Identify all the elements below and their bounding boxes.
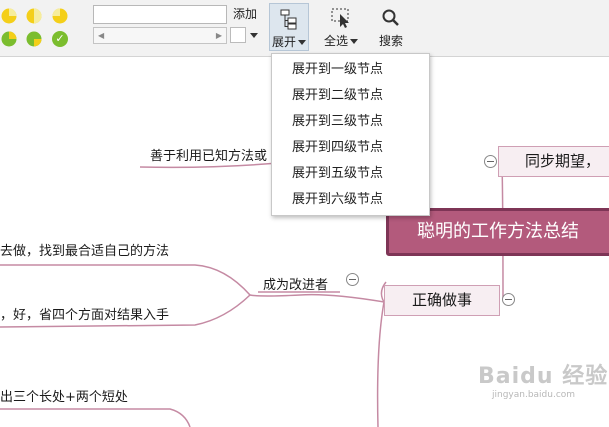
collapse-do-right-icon[interactable]: [502, 293, 515, 306]
scroll-left-icon[interactable]: ◀: [98, 31, 104, 40]
expand-button[interactable]: 展开: [269, 3, 309, 51]
progress-pie-icon-2[interactable]: [26, 8, 42, 24]
select-cursor-icon: [331, 8, 349, 28]
leaf-known-method[interactable]: 善于利用已知方法或: [150, 145, 267, 164]
subtopic-improver[interactable]: 成为改进者: [263, 274, 328, 293]
swatch-dropdown-icon[interactable]: [250, 33, 258, 38]
expand-tree-icon: [280, 9, 297, 30]
menu-item-expand-level-2[interactable]: 展开到二级节点: [272, 83, 429, 109]
leaf-strengths[interactable]: 出三个长处+两个短处: [0, 386, 128, 405]
search-button[interactable]: 搜索: [374, 3, 408, 51]
text-input[interactable]: [93, 5, 227, 24]
complete-check-icon[interactable]: ✓: [52, 31, 68, 47]
progress-pie-icon-4[interactable]: [1, 31, 17, 47]
progress-pie-icon-5[interactable]: [26, 31, 42, 47]
select-all-caret-icon: [350, 39, 358, 44]
collapse-improver-icon[interactable]: [346, 273, 359, 286]
topic-do-right[interactable]: 正确做事: [384, 285, 500, 316]
select-all-button[interactable]: 全选: [318, 3, 364, 51]
baidu-watermark: Baidu 经验 jingyan.baidu.com: [478, 358, 609, 400]
menu-item-expand-level-3[interactable]: 展开到三级节点: [272, 109, 429, 135]
watermark-url: jingyan.baidu.com: [492, 390, 576, 400]
menu-item-expand-level-4[interactable]: 展开到四级节点: [272, 135, 429, 161]
menu-item-expand-level-5[interactable]: 展开到五级节点: [272, 161, 429, 187]
expand-label: 展开: [271, 35, 296, 49]
progress-pie-icon-3[interactable]: [52, 8, 68, 24]
menu-item-expand-level-1[interactable]: 展开到一级节点: [272, 57, 429, 83]
topic-sync-expectations[interactable]: 同步期望，: [498, 146, 609, 177]
menu-item-expand-level-6[interactable]: 展开到六级节点: [272, 187, 429, 213]
toolbar: ✓ 添加 ◀ ▶ 展开 全选 搜索: [0, 0, 609, 57]
select-all-label: 全选: [323, 34, 348, 48]
search-label: 搜索: [378, 34, 403, 48]
leaf-four-aspects[interactable]: ，好，省四个方面对结果入手: [0, 304, 169, 323]
collapse-sync-icon[interactable]: [484, 155, 497, 168]
watermark-brand: Baidu 经验: [478, 364, 609, 389]
search-icon: [382, 9, 399, 26]
leaf-best-method[interactable]: 去做，找到最合适自己的方法: [0, 240, 169, 259]
expand-caret-icon: [298, 40, 306, 45]
progress-pie-icon-1[interactable]: [1, 8, 17, 24]
add-button[interactable]: 添加: [229, 5, 261, 24]
expand-dropdown-menu: 展开到一级节点 展开到二级节点 展开到三级节点 展开到四级节点 展开到五级节点 …: [271, 53, 430, 216]
scroll-right-icon[interactable]: ▶: [216, 31, 222, 40]
horizontal-scroller[interactable]: ◀ ▶: [93, 27, 227, 44]
color-swatch[interactable]: [230, 27, 246, 43]
